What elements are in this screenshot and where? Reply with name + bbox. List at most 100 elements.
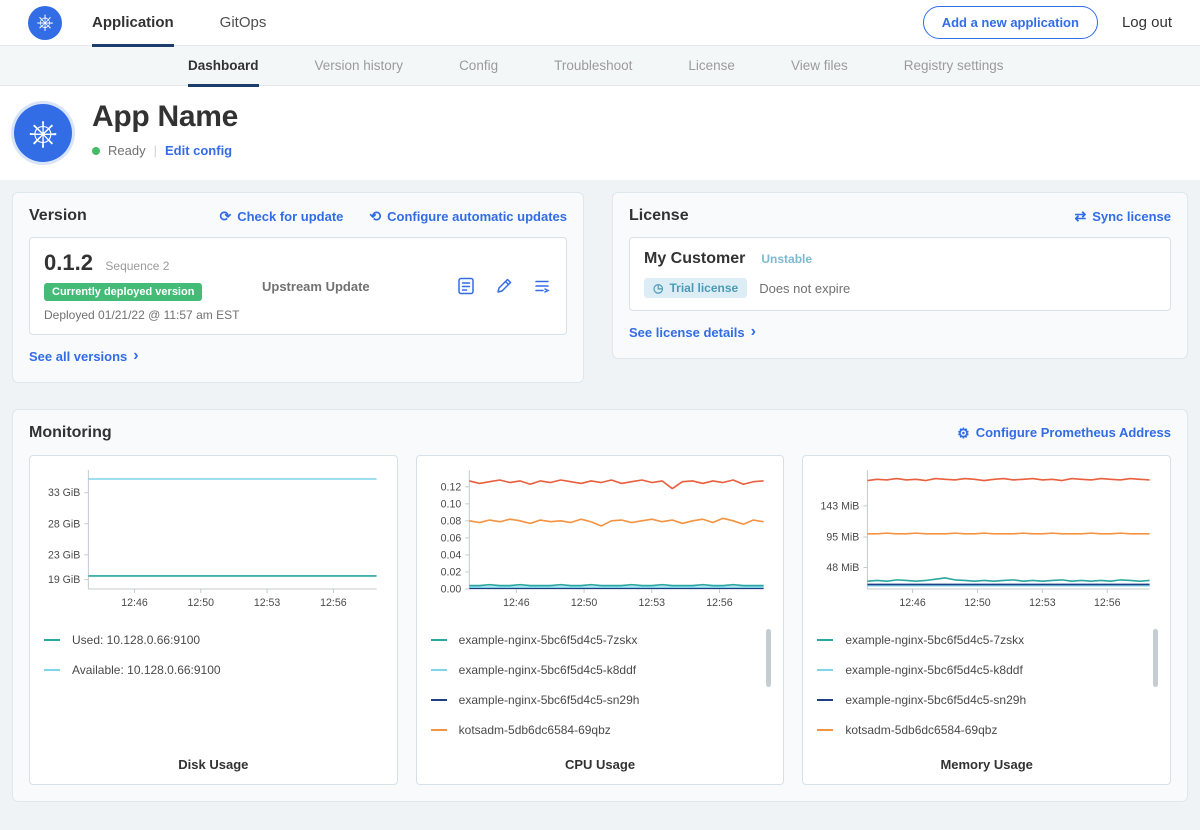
deployed-badge: Currently deployed version — [44, 283, 202, 301]
svg-text:12:56: 12:56 — [320, 597, 347, 609]
svg-text:0.00: 0.00 — [440, 583, 461, 595]
sync-license-label: Sync license — [1092, 209, 1171, 224]
legend-label: example-nginx-5bc6f5d4c5-k8ddf — [459, 663, 636, 677]
tab-license-label: License — [688, 58, 735, 73]
deployed-date: Deployed 01/21/22 @ 11:57 am EST — [44, 308, 262, 322]
legend-label: example-nginx-5bc6f5d4c5-sn29h — [459, 693, 640, 707]
tab-troubleshoot[interactable]: Troubleshoot — [554, 46, 632, 86]
legend-item: example-nginx-5bc6f5d4c5-k8ddf — [815, 655, 1158, 685]
svg-text:33 GiB: 33 GiB — [48, 487, 80, 499]
svg-text:28 GiB: 28 GiB — [48, 518, 80, 530]
svg-text:0.06: 0.06 — [440, 532, 461, 544]
legend-item: Available: 10.128.0.66:9100 — [42, 655, 385, 685]
svg-text:0.02: 0.02 — [440, 566, 461, 578]
memory-usage-legend: example-nginx-5bc6f5d4c5-7zskxexample-ng… — [815, 625, 1158, 753]
top-nav: ⎈ Application GitOps Add a new applicati… — [0, 0, 1200, 46]
legend-swatch — [817, 729, 833, 731]
chart-title: CPU Usage — [429, 757, 772, 772]
configure-automatic-updates-label: Configure automatic updates — [387, 209, 567, 224]
tab-dashboard[interactable]: Dashboard — [188, 46, 259, 86]
customer-name: My Customer — [644, 250, 745, 268]
page-title: App Name — [92, 100, 238, 134]
svg-text:48 MiB: 48 MiB — [827, 562, 860, 574]
status-text: Ready — [108, 143, 146, 158]
svg-text:0.10: 0.10 — [440, 498, 461, 510]
helm-icon: ⎈ — [37, 11, 54, 35]
license-card: License ⇄ Sync license My Customer Unsta… — [612, 192, 1188, 359]
tab-application[interactable]: Application — [92, 0, 174, 46]
tab-gitops[interactable]: GitOps — [220, 0, 267, 46]
svg-text:12:46: 12:46 — [503, 597, 530, 609]
legend-swatch — [817, 639, 833, 641]
sync-license-link[interactable]: ⇄ Sync license — [1074, 209, 1171, 224]
tab-troubleshoot-label: Troubleshoot — [554, 58, 632, 73]
cards-row: Version ⟳ Check for update ⟲ Configure a… — [12, 192, 1188, 383]
legend-swatch — [431, 669, 447, 671]
edit-config-icon[interactable] — [494, 276, 514, 296]
chart-title: Disk Usage — [42, 757, 385, 772]
license-card-title: License — [629, 207, 689, 225]
legend-scrollbar[interactable] — [766, 629, 771, 687]
expiry-text: Does not expire — [759, 281, 850, 296]
version-number: 0.1.2 — [44, 250, 93, 275]
monitoring-card: Monitoring ⚙ Configure Prometheus Addres… — [12, 409, 1188, 802]
app-icon: ⎈ — [14, 104, 72, 162]
tab-config[interactable]: Config — [459, 46, 498, 86]
app-sub-nav: Dashboard Version history Config Trouble… — [0, 46, 1200, 86]
legend-swatch — [817, 669, 833, 671]
svg-text:95 MiB: 95 MiB — [827, 531, 860, 543]
current-version-info: 0.1.2 Sequence 2 Currently deployed vers… — [44, 250, 262, 322]
tab-registry-settings[interactable]: Registry settings — [904, 46, 1004, 86]
cpu-usage-chart-panel: 0.120.100.080.060.040.020.0012:4612:5012… — [416, 455, 785, 785]
chart-title: Memory Usage — [815, 757, 1158, 772]
app-status-row: Ready | Edit config — [92, 143, 238, 158]
svg-text:12:50: 12:50 — [188, 597, 215, 609]
tab-license[interactable]: License — [688, 46, 735, 86]
legend-swatch — [431, 729, 447, 731]
tab-view-files[interactable]: View files — [791, 46, 848, 86]
edit-config-link[interactable]: Edit config — [165, 143, 232, 158]
legend-swatch — [431, 699, 447, 701]
configure-prometheus-label: Configure Prometheus Address — [976, 425, 1171, 440]
check-for-update-label: Check for update — [237, 209, 343, 224]
trial-license-badge: ◷ Trial license — [644, 278, 747, 298]
app-header: ⎈ App Name Ready | Edit config — [0, 86, 1200, 180]
check-for-update-link[interactable]: ⟳ Check for update — [219, 209, 343, 224]
tab-version-history[interactable]: Version history — [315, 46, 404, 86]
checklist-icon[interactable] — [456, 276, 476, 296]
legend-item: example-nginx-5bc6f5d4c5-k8ddf — [429, 655, 772, 685]
see-license-details-link[interactable]: See license details › — [629, 324, 756, 340]
svg-text:12:56: 12:56 — [706, 597, 733, 609]
legend-item: kotsadm-5db6dc6584-69qbz — [815, 715, 1158, 745]
helm-icon: ⎈ — [29, 112, 58, 155]
customer-row: My Customer Unstable — [644, 250, 1156, 268]
tab-config-label: Config — [459, 58, 498, 73]
configure-prometheus-link[interactable]: ⚙ Configure Prometheus Address — [957, 425, 1171, 440]
logout-button[interactable]: Log out — [1122, 14, 1172, 31]
configure-automatic-updates-link[interactable]: ⟲ Configure automatic updates — [369, 209, 567, 224]
refresh-icon: ⟳ — [219, 209, 231, 223]
monitoring-header: Monitoring ⚙ Configure Prometheus Addres… — [29, 424, 1171, 442]
legend-swatch — [44, 639, 60, 641]
tab-view-files-label: View files — [791, 58, 848, 73]
legend-label: example-nginx-5bc6f5d4c5-k8ddf — [845, 663, 1022, 677]
legend-item: Used: 10.128.0.66:9100 — [42, 625, 385, 655]
legend-scrollbar[interactable] — [1153, 629, 1158, 687]
memory-usage-plot: 143 MiB95 MiB48 MiB12:4612:5012:5312:56 — [815, 466, 1158, 619]
see-all-versions-link[interactable]: See all versions › — [29, 348, 139, 364]
cpu-usage-plot: 0.120.100.080.060.040.020.0012:4612:5012… — [429, 466, 772, 619]
svg-text:23 GiB: 23 GiB — [48, 549, 80, 561]
svg-text:12:53: 12:53 — [1029, 597, 1056, 609]
see-license-details-label: See license details — [629, 325, 745, 340]
diff-icon[interactable] — [532, 276, 552, 296]
cpu-usage-legend: example-nginx-5bc6f5d4c5-7zskx example-ng… — [429, 625, 772, 753]
kubernetes-logo[interactable]: ⎈ — [28, 6, 62, 40]
tab-registry-settings-label: Registry settings — [904, 58, 1004, 73]
disk-usage-chart-panel: 33 GiB28 GiB23 GiB19 GiB12:4612:5012:531… — [29, 455, 398, 785]
status-dot-icon — [92, 147, 100, 155]
add-application-button[interactable]: Add a new application — [923, 6, 1098, 39]
tab-gitops-label: GitOps — [220, 14, 267, 31]
legend-label: example-nginx-5bc6f5d4c5-7zskx — [459, 633, 638, 647]
auto-update-icon: ⟲ — [369, 209, 381, 223]
svg-text:12:50: 12:50 — [965, 597, 992, 609]
